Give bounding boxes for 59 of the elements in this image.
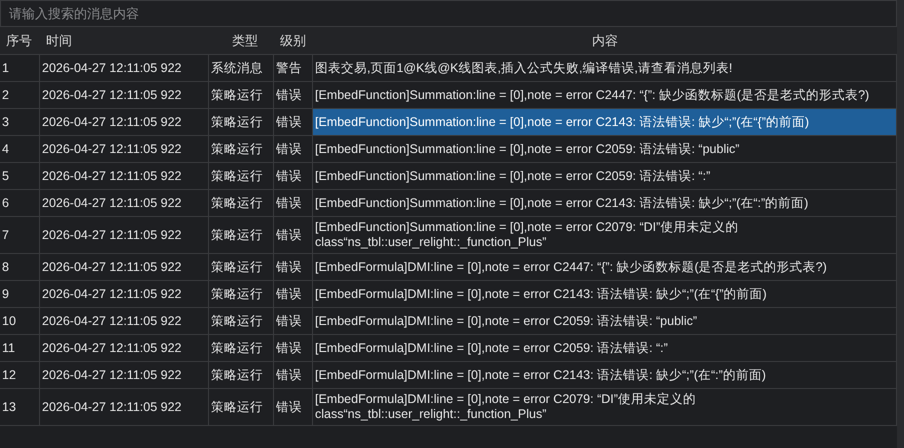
table-cell: 3 bbox=[0, 109, 40, 135]
table-cell: 策略运行 bbox=[209, 190, 274, 216]
table-cell: 2026-04-27 12:11:05 922 bbox=[40, 136, 209, 162]
table-cell: 13 bbox=[0, 389, 40, 425]
table-cell: 错误 bbox=[274, 362, 313, 388]
table-cell: 错误 bbox=[274, 136, 313, 162]
table-cell: 策略运行 bbox=[209, 136, 274, 162]
column-header: 序号 bbox=[6, 32, 32, 48]
table-cell: 2026-04-27 12:11:05 922 bbox=[40, 190, 209, 216]
table-cell: 错误 bbox=[274, 82, 313, 108]
table-cell: 2 bbox=[0, 82, 40, 108]
table-cell: 2026-04-27 12:11:05 922 bbox=[40, 109, 209, 135]
table-cell: 警告 bbox=[274, 55, 313, 81]
table-cell: 策略运行 bbox=[209, 217, 274, 253]
table-cell: 2026-04-27 12:11:05 922 bbox=[40, 55, 209, 81]
column-header: 级别 bbox=[280, 32, 306, 48]
table-cell: 9 bbox=[0, 281, 40, 307]
table-cell: 2026-04-27 12:11:05 922 bbox=[40, 82, 209, 108]
table-cell: 系统消息 bbox=[209, 55, 274, 81]
table-cell: 策略运行 bbox=[209, 362, 274, 388]
table-cell: 5 bbox=[0, 163, 40, 189]
table-cell: 策略运行 bbox=[209, 281, 274, 307]
table-cell: 策略运行 bbox=[209, 109, 274, 135]
table-cell: 策略运行 bbox=[209, 308, 274, 334]
table-cell: 8 bbox=[0, 254, 40, 280]
table-cell: 错误 bbox=[274, 217, 313, 253]
table-cell: 策略运行 bbox=[209, 335, 274, 361]
search-field[interactable]: 请输入搜索的消息内容 bbox=[0, 0, 897, 27]
table-cell: 7 bbox=[0, 217, 40, 253]
table-cell: 2026-04-27 12:11:05 922 bbox=[40, 389, 209, 425]
table-cell: 错误 bbox=[274, 190, 313, 216]
table-cell: 2026-04-27 12:11:05 922 bbox=[40, 308, 209, 334]
column-header: 类型 bbox=[232, 32, 258, 48]
table-cell[interactable]: [EmbedFunction]Summation:line = [0],note = error C2143: 语法错误: 缺少“;”(在“{”的前面) bbox=[313, 109, 897, 135]
table-cell: 错误 bbox=[274, 389, 313, 425]
table-cell: 11 bbox=[0, 335, 40, 361]
table-cell: 2026-04-27 12:11:05 922 bbox=[40, 217, 209, 253]
table-cell: 2026-04-27 12:11:05 922 bbox=[40, 254, 209, 280]
table-cell: 10 bbox=[0, 308, 40, 334]
table-cell: 错误 bbox=[274, 335, 313, 361]
table-cell: 策略运行 bbox=[209, 163, 274, 189]
column-header: 时间 bbox=[46, 32, 72, 48]
column-header: 内容 bbox=[592, 32, 618, 48]
table-cell: 策略运行 bbox=[209, 389, 274, 425]
table-cell: 策略运行 bbox=[209, 82, 274, 108]
table-cell: 2026-04-27 12:11:05 922 bbox=[40, 335, 209, 361]
scrollbar[interactable] bbox=[897, 0, 904, 448]
table-cell: 12 bbox=[0, 362, 40, 388]
table-cell: 策略运行 bbox=[209, 254, 274, 280]
table-cell: 错误 bbox=[274, 254, 313, 280]
table-cell: 错误 bbox=[274, 163, 313, 189]
table-cell: 错误 bbox=[274, 308, 313, 334]
table-cell: 2026-04-27 12:11:05 922 bbox=[40, 281, 209, 307]
table-cell: 1 bbox=[0, 55, 40, 81]
table-cell: 2026-04-27 12:11:05 922 bbox=[40, 163, 209, 189]
table-cell: 4 bbox=[0, 136, 40, 162]
table-cell: 2026-04-27 12:11:05 922 bbox=[40, 362, 209, 388]
table-cell: 错误 bbox=[274, 281, 313, 307]
table-cell: 6 bbox=[0, 190, 40, 216]
